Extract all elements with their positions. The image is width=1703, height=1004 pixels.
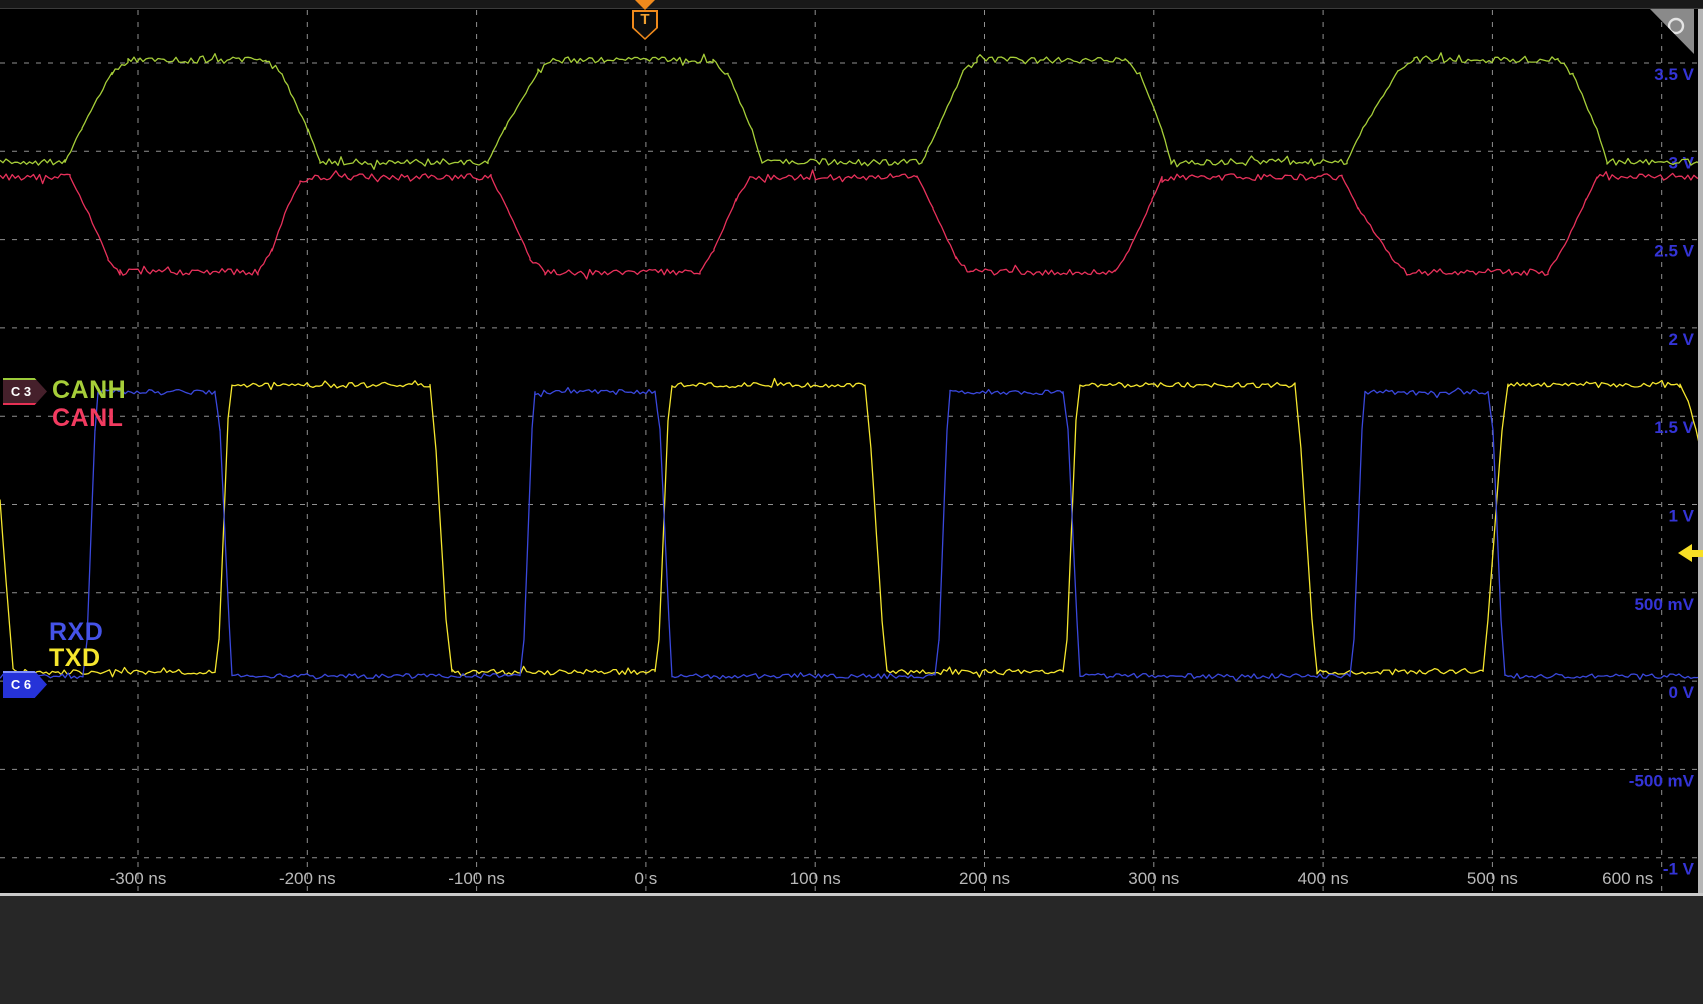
- volt-axis-label: 2 V: [1668, 330, 1694, 349]
- time-axis-label: -300 ns: [110, 869, 167, 888]
- bottom-settings-bar: Ch 1500 mV/div1 GHzBWCh 22 V/div1 GHzBWC…: [0, 896, 1703, 1004]
- canl-label: CANL: [52, 404, 123, 433]
- rxd-label: RXD: [49, 618, 103, 647]
- time-axis-label: 400 ns: [1298, 869, 1349, 888]
- volt-axis-label: 3.5 V: [1654, 65, 1694, 84]
- time-axis-label: 300 ns: [1128, 869, 1179, 888]
- txd-trace: [0, 379, 1703, 678]
- trigger-position-tick: [635, 0, 655, 10]
- rxd-trace: [0, 388, 1703, 681]
- oscilloscope-screen: -300 ns -200 ns -100 ns 0 s 100 ns 200 ns 300 …: [0, 0, 1703, 1004]
- volt-axis-label: 2.5 V: [1654, 242, 1694, 261]
- volt-axis-label: 0 V: [1668, 683, 1694, 702]
- right-edge-handle[interactable]: [1698, 9, 1703, 893]
- time-axis-label: 200 ns: [959, 869, 1010, 888]
- trigger-arrow-head: [1678, 544, 1692, 562]
- canl-trace: [0, 170, 1703, 279]
- time-axis-label: 600 ns: [1602, 869, 1653, 888]
- volt-axis-label: 1 V: [1668, 507, 1694, 526]
- trigger-arrow-tail: [1692, 550, 1703, 557]
- waveform-display[interactable]: -300 ns -200 ns -100 ns 0 s 100 ns 200 ns 300 …: [0, 0, 1703, 896]
- volt-axis-label: 1.5 V: [1654, 418, 1694, 437]
- time-axis-label: -100 ns: [448, 869, 505, 888]
- volt-axis-label: -500 mV: [1629, 771, 1695, 790]
- time-axis-label: -200 ns: [279, 869, 336, 888]
- plot-top-strip: [0, 0, 1703, 9]
- time-axis-label: 0 s: [635, 869, 658, 888]
- trigger-marker-letter: T: [632, 11, 658, 28]
- volt-axis-label: 3 V: [1668, 153, 1694, 172]
- canh-trace: [0, 53, 1703, 170]
- txd-label: TXD: [49, 644, 101, 673]
- time-axis-label: 500 ns: [1467, 869, 1518, 888]
- time-axis-label: 100 ns: [790, 869, 841, 888]
- volt-axis-label: -1 V: [1663, 860, 1695, 879]
- waveform-svg: -300 ns -200 ns -100 ns 0 s 100 ns 200 ns 300 …: [0, 0, 1703, 893]
- canh-label: CANH: [52, 376, 126, 405]
- volt-axis-label: 500 mV: [1634, 595, 1694, 614]
